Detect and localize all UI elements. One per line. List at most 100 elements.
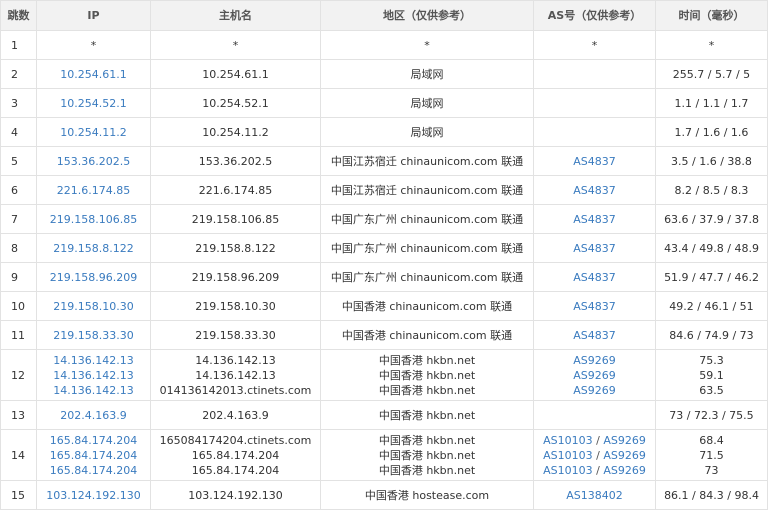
region-cell: 中国香港 hkbn.net xyxy=(320,400,534,430)
ip-cell-value[interactable]: 202.4.163.9 xyxy=(37,408,150,423)
time-cell-value: 84.6 / 74.9 / 73 xyxy=(669,328,754,342)
ip-cell-value[interactable]: 14.136.142.13 xyxy=(37,368,150,383)
as-line: AS9269 xyxy=(534,368,655,383)
ip-cell-value[interactable]: 219.158.33.30 xyxy=(37,328,150,343)
ip-cell-value[interactable]: 10.254.11.2 xyxy=(37,125,150,140)
as-separator: / xyxy=(592,463,604,477)
as-link[interactable]: AS4837 xyxy=(573,213,616,226)
as-cell: AS10103 / AS9269 AS10103 / AS9269 AS10103 … xyxy=(533,429,656,481)
ip-cell-value[interactable]: 14.136.142.13 xyxy=(37,383,150,398)
host-cell-value: 014136142013.ctinets.com xyxy=(159,383,312,397)
as-link[interactable]: AS10103 xyxy=(543,434,593,447)
time-cell-value: * xyxy=(708,38,715,52)
ip-cell-value[interactable]: 219.158.10.30 xyxy=(37,299,150,314)
hop-cell: 10 xyxy=(0,291,37,321)
as-link[interactable]: AS4837 xyxy=(573,155,616,168)
host-cell-value: 219.158.10.30 xyxy=(195,299,276,313)
as-link[interactable]: AS4837 xyxy=(573,329,616,342)
hop-cell: 3 xyxy=(0,88,37,118)
as-link[interactable]: AS9269 xyxy=(573,384,616,397)
ip-cell-value[interactable]: 14.136.142.13 xyxy=(37,353,150,368)
as-link[interactable]: AS9269 xyxy=(573,354,616,367)
as-cell: AS4837 xyxy=(533,175,656,205)
ip-cell-value[interactable]: 10.254.52.1 xyxy=(37,96,150,111)
as-line: AS4837 xyxy=(534,212,655,227)
ip-cell: 219.158.96.209 xyxy=(36,262,151,292)
ip-cell: 103.124.192.130 xyxy=(36,480,151,510)
as-link[interactable]: AS9269 xyxy=(603,464,646,477)
as-cell: AS4837 xyxy=(533,146,656,176)
table-row: 12 14.136.142.13 14.136.142.13 14.136.142.1… xyxy=(0,349,768,401)
ip-cell: 10.254.61.1 xyxy=(36,59,151,89)
as-link[interactable]: AS4837 xyxy=(573,300,616,313)
ip-cell-value[interactable]: 165.84.174.204 xyxy=(37,463,150,478)
host-cell-value: 165084174204.ctinets.com xyxy=(159,433,312,447)
table-row: 9 219.158.96.209 219.158.96.209 中国广东广州 chin… xyxy=(0,262,768,292)
host-cell: 202.4.163.9 xyxy=(150,400,321,430)
region-cell-value: 局域网 xyxy=(410,96,444,110)
host-cell-value: 10.254.61.1 xyxy=(202,67,269,81)
as-line: AS4837 xyxy=(534,299,655,314)
as-link[interactable]: AS10103 xyxy=(543,464,593,477)
region-cell-value: 中国香港 chinaunicom.com 联通 xyxy=(341,328,513,342)
header-time: 时间（毫秒） xyxy=(655,0,768,31)
table-header-row: 跳数 IP 主机名 地区（仅供参考） AS号（仅供参考） 时间（毫秒） xyxy=(0,0,768,31)
header-as: AS号（仅供参考） xyxy=(533,0,656,31)
host-cell-value: 10.254.52.1 xyxy=(202,96,269,110)
ip-cell-value[interactable]: 165.84.174.204 xyxy=(37,448,150,463)
ip-cell-value[interactable]: 103.124.192.130 xyxy=(37,488,150,503)
as-link[interactable]: AS4837 xyxy=(573,242,616,255)
as-link: * xyxy=(591,38,598,52)
host-cell: 219.158.96.209 xyxy=(150,262,321,292)
as-link[interactable]: AS4837 xyxy=(573,271,616,284)
as-cell: AS4837 xyxy=(533,320,656,350)
time-cell-value: 73 xyxy=(704,463,719,477)
table-row: 13 202.4.163.9 202.4.163.9 中国香港 hkbn.net 73… xyxy=(0,400,768,430)
region-cell: 中国广东广州 chinaunicom.com 联通 xyxy=(320,262,534,292)
host-cell-value: 165.84.174.204 xyxy=(191,463,280,477)
as-link[interactable]: AS138402 xyxy=(566,489,623,502)
as-line xyxy=(534,96,655,111)
table-row: 11 219.158.33.30 219.158.33.30 中国香港 chinaun… xyxy=(0,320,768,350)
table-row: 10 219.158.10.30 219.158.10.30 中国香港 chinaun… xyxy=(0,291,768,321)
as-cell: AS4837 xyxy=(533,262,656,292)
as-line: AS4837 xyxy=(534,270,655,285)
as-cell xyxy=(533,117,656,147)
region-cell-value: 中国江苏宿迁 chinaunicom.com 联通 xyxy=(330,154,524,168)
ip-cell: 219.158.8.122 xyxy=(36,233,151,263)
table-row: 1 * * * * * xyxy=(0,30,768,60)
as-link[interactable]: AS9269 xyxy=(573,369,616,382)
region-cell-value: 中国广东广州 chinaunicom.com 联通 xyxy=(330,270,524,284)
region-cell: 中国香港 hkbn.net 中国香港 hkbn.net 中国香港 hkbn.net xyxy=(320,429,534,481)
time-cell: 86.1 / 84.3 / 98.4 xyxy=(655,480,768,510)
host-cell-value: 202.4.163.9 xyxy=(202,408,269,422)
as-cell xyxy=(533,88,656,118)
ip-cell-value[interactable]: 221.6.174.85 xyxy=(37,183,150,198)
as-link[interactable]: AS9269 xyxy=(603,449,646,462)
time-cell: 84.6 / 74.9 / 73 xyxy=(655,320,768,350)
time-cell: 8.2 / 8.5 / 8.3 xyxy=(655,175,768,205)
host-cell-value: 219.158.33.30 xyxy=(195,328,276,342)
host-cell-value: 219.158.96.209 xyxy=(191,270,280,284)
table-row: 14 165.84.174.204 165.84.174.204 165.84.174… xyxy=(0,429,768,481)
as-cell: AS4837 xyxy=(533,204,656,234)
ip-cell-value[interactable]: 219.158.96.209 xyxy=(37,270,150,285)
ip-cell-value[interactable]: 219.158.8.122 xyxy=(37,241,150,256)
region-cell: 中国广东广州 chinaunicom.com 联通 xyxy=(320,204,534,234)
as-link[interactable]: AS4837 xyxy=(573,184,616,197)
header-hop: 跳数 xyxy=(0,0,37,31)
region-cell-value: 中国广东广州 chinaunicom.com 联通 xyxy=(330,212,524,226)
table-row: 2 10.254.61.1 10.254.61.1 局域网 255.7 / 5.7 /… xyxy=(0,59,768,89)
ip-cell-value[interactable]: 10.254.61.1 xyxy=(37,67,150,82)
ip-cell-value: * xyxy=(90,38,97,52)
time-cell: 3.5 / 1.6 / 38.8 xyxy=(655,146,768,176)
ip-cell-value[interactable]: 219.158.106.85 xyxy=(37,212,150,227)
as-link[interactable]: AS10103 xyxy=(543,449,593,462)
as-separator: / xyxy=(592,433,604,447)
ip-cell-value[interactable]: 153.36.202.5 xyxy=(37,154,150,169)
ip-cell-value[interactable]: 165.84.174.204 xyxy=(37,433,150,448)
as-line: AS4837 xyxy=(534,183,655,198)
time-cell: 255.7 / 5.7 / 5 xyxy=(655,59,768,89)
host-cell: 10.254.61.1 xyxy=(150,59,321,89)
as-link[interactable]: AS9269 xyxy=(603,434,646,447)
